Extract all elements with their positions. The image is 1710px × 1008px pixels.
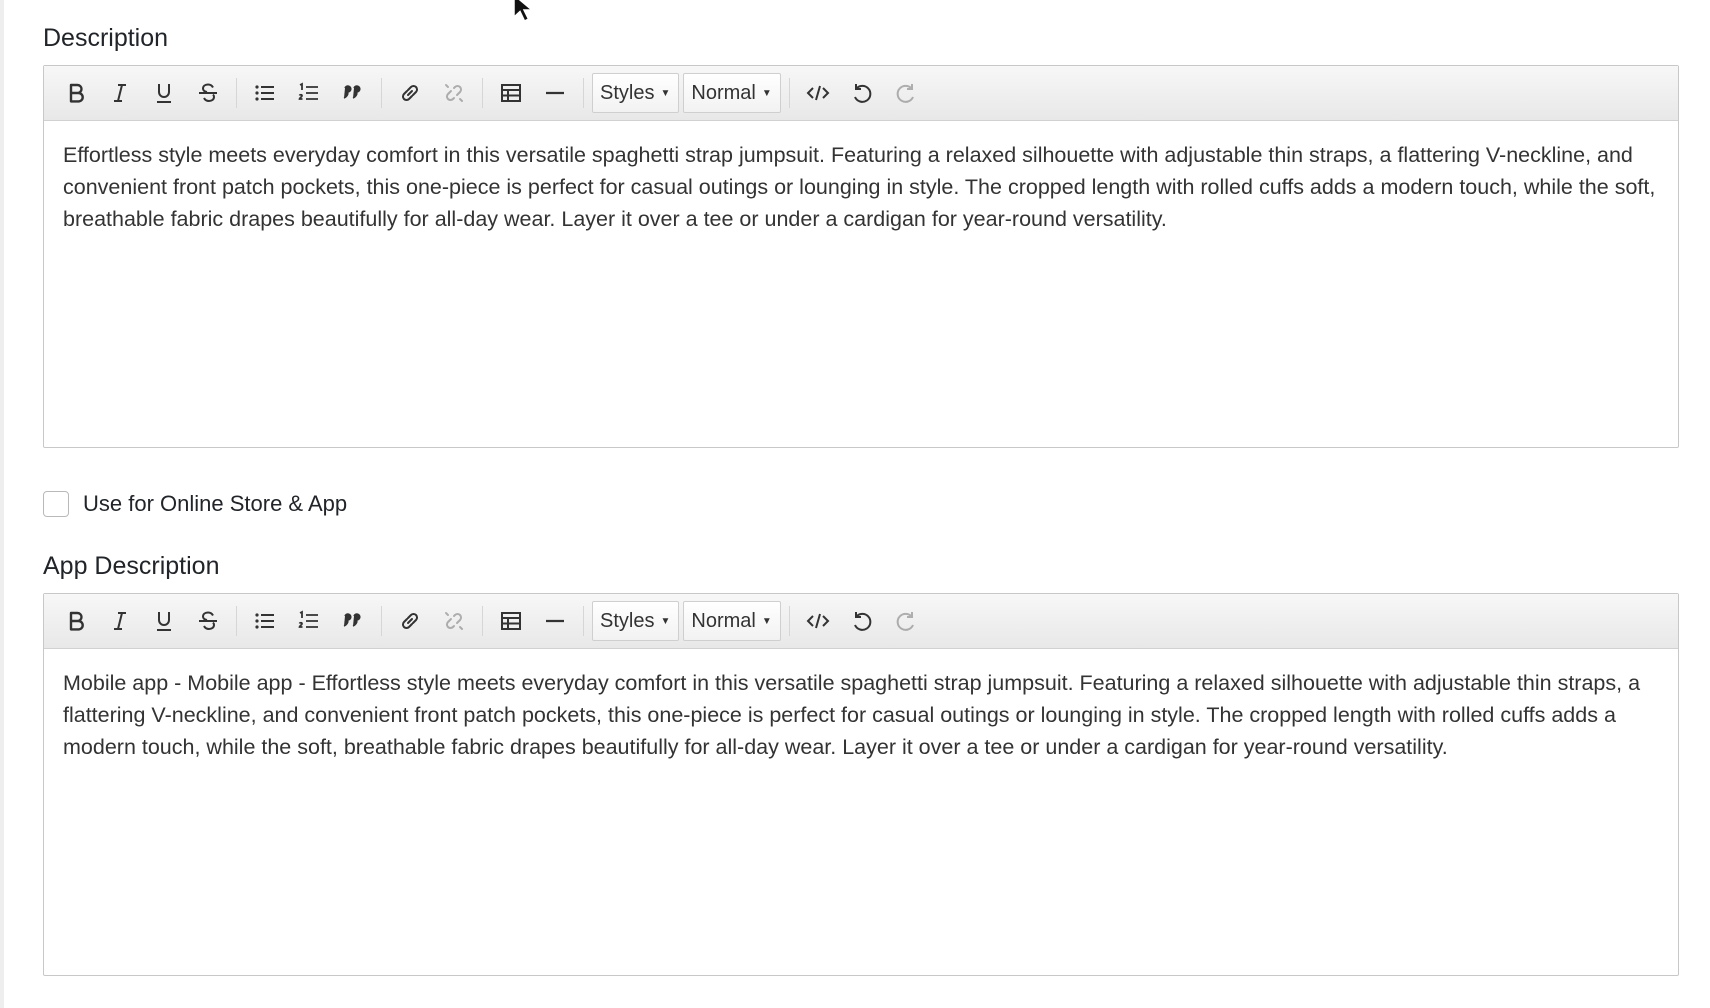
link-icon [401, 612, 419, 630]
underline-button[interactable] [145, 74, 183, 112]
blockquote-icon [343, 613, 361, 627]
styles-dropdown[interactable]: Styles ▼ [592, 601, 680, 641]
table-button[interactable] [492, 602, 530, 640]
description-section: Description Styles ▼ Normal ▼ Effortless… [43, 23, 1679, 448]
strikethrough-icon [199, 83, 217, 103]
description-title: Description [43, 24, 169, 52]
chevron-down-icon: ▼ [660, 615, 671, 627]
bold-button[interactable] [57, 74, 95, 112]
link-button[interactable] [391, 74, 429, 112]
underline-button[interactable] [145, 602, 183, 640]
numbered-list-button[interactable] [290, 602, 328, 640]
link-icon [401, 84, 419, 102]
blockquote-button[interactable] [334, 602, 372, 640]
italic-button[interactable] [101, 74, 139, 112]
description-content-area[interactable]: Effortless style meets everyday comfort … [44, 121, 1678, 447]
description-toolbar: Styles ▼ Normal ▼ [44, 66, 1678, 121]
bulleted-list-button[interactable] [246, 74, 284, 112]
format-dropdown-label: Normal [691, 81, 756, 104]
toolbar-separator [482, 606, 483, 636]
undo-icon [853, 84, 872, 103]
source-code-button[interactable] [799, 602, 837, 640]
italic-button[interactable] [101, 602, 139, 640]
redo-icon [896, 612, 914, 631]
source-code-icon [806, 613, 830, 629]
italic-icon [114, 84, 126, 102]
blockquote-button[interactable] [334, 74, 372, 112]
chevron-down-icon: ▼ [660, 87, 671, 99]
toolbar-separator [583, 78, 584, 108]
bulleted-list-icon [255, 85, 274, 101]
bulleted-list-button[interactable] [246, 602, 284, 640]
format-dropdown-label: Normal [691, 609, 756, 632]
horizontal-rule-icon [546, 619, 564, 623]
horizontal-rule-button[interactable] [536, 74, 574, 112]
format-dropdown[interactable]: Normal ▼ [683, 601, 781, 641]
table-button[interactable] [492, 74, 530, 112]
page: Description Styles ▼ Normal ▼ Effortless… [0, 0, 1710, 1008]
styles-dropdown-label: Styles [600, 609, 655, 632]
source-code-icon [806, 85, 830, 101]
undo-button[interactable] [843, 602, 881, 640]
table-icon [501, 84, 521, 102]
toolbar-separator [381, 606, 382, 636]
styles-dropdown-label: Styles [600, 81, 655, 104]
online-store-checkbox-label[interactable]: Use for Online Store & App [83, 491, 347, 517]
styles-dropdown[interactable]: Styles ▼ [592, 73, 680, 113]
link-button[interactable] [391, 602, 429, 640]
bold-icon [69, 83, 84, 103]
app-description-content-area[interactable]: Mobile app - Mobile app - Effortless sty… [44, 649, 1678, 975]
unlink-button[interactable] [435, 602, 473, 640]
app-description-section: App Description Styles ▼ Normal ▼ Mobile… [43, 551, 1679, 976]
blockquote-icon [343, 85, 361, 99]
redo-button[interactable] [887, 602, 925, 640]
online-store-option: Use for Online Store & App [43, 491, 347, 517]
numbered-list-button[interactable] [290, 74, 328, 112]
chevron-down-icon: ▼ [761, 87, 772, 99]
app-description-title: App Description [43, 552, 220, 580]
numbered-list-icon [298, 82, 318, 100]
unlink-icon [445, 612, 463, 630]
unlink-icon [445, 84, 463, 102]
undo-button[interactable] [843, 74, 881, 112]
chevron-down-icon: ▼ [761, 615, 772, 627]
strikethrough-button[interactable] [189, 602, 227, 640]
toolbar-separator [381, 78, 382, 108]
toolbar-separator [236, 78, 237, 108]
toolbar-separator [236, 606, 237, 636]
toolbar-separator [788, 78, 790, 108]
numbered-list-icon [298, 610, 318, 628]
app-description-toolbar: Styles ▼ Normal ▼ [44, 594, 1678, 649]
horizontal-rule-icon [546, 91, 564, 95]
underline-icon [157, 612, 171, 631]
online-store-checkbox[interactable] [43, 491, 69, 517]
redo-icon [896, 84, 914, 103]
left-border [0, 0, 4, 1008]
bulleted-list-icon [255, 613, 274, 629]
horizontal-rule-button[interactable] [536, 602, 574, 640]
strikethrough-button[interactable] [189, 74, 227, 112]
italic-icon [114, 612, 126, 630]
format-dropdown[interactable]: Normal ▼ [683, 73, 781, 113]
bold-button[interactable] [57, 602, 95, 640]
toolbar-separator [482, 78, 483, 108]
mouse-cursor-icon [513, 0, 535, 23]
strikethrough-icon [199, 611, 217, 631]
underline-icon [157, 84, 171, 103]
toolbar-separator [788, 606, 790, 636]
description-editor: Styles ▼ Normal ▼ Effortless style meets… [43, 65, 1679, 448]
redo-button[interactable] [887, 74, 925, 112]
bold-icon [69, 611, 84, 631]
app-description-editor: Styles ▼ Normal ▼ Mobile app - Mobile ap… [43, 593, 1679, 976]
unlink-button[interactable] [435, 74, 473, 112]
undo-icon [853, 612, 872, 631]
source-code-button[interactable] [799, 74, 837, 112]
toolbar-separator [583, 606, 584, 636]
table-icon [501, 612, 521, 630]
